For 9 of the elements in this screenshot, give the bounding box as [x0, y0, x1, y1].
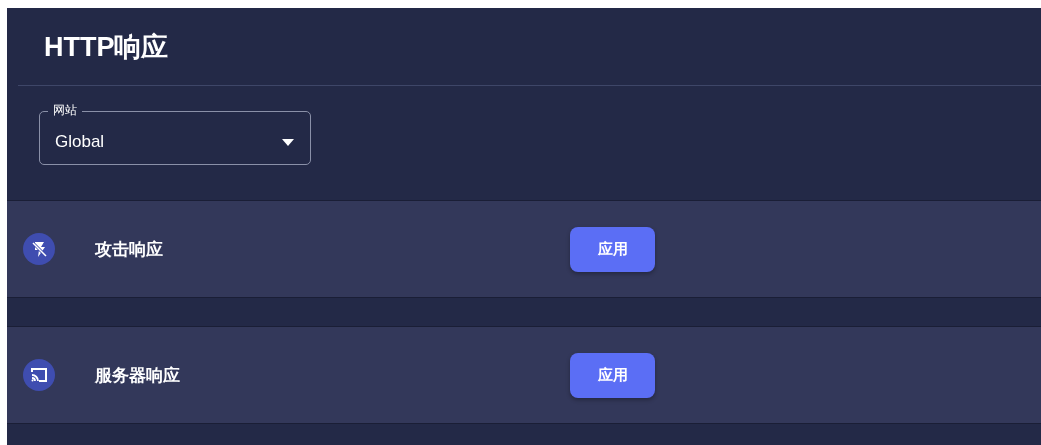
row-label: 服务器响应: [95, 364, 181, 387]
apply-button[interactable]: 应用: [570, 352, 655, 398]
site-select[interactable]: 网站 Global: [39, 103, 311, 165]
flash-off-icon: [23, 233, 55, 265]
dropdown-caret-icon[interactable]: [282, 138, 294, 146]
row-label: 攻击响应: [95, 238, 164, 261]
apply-button[interactable]: 应用: [570, 226, 655, 272]
cast-icon: [23, 359, 55, 391]
page-title: HTTP响应: [44, 30, 169, 64]
